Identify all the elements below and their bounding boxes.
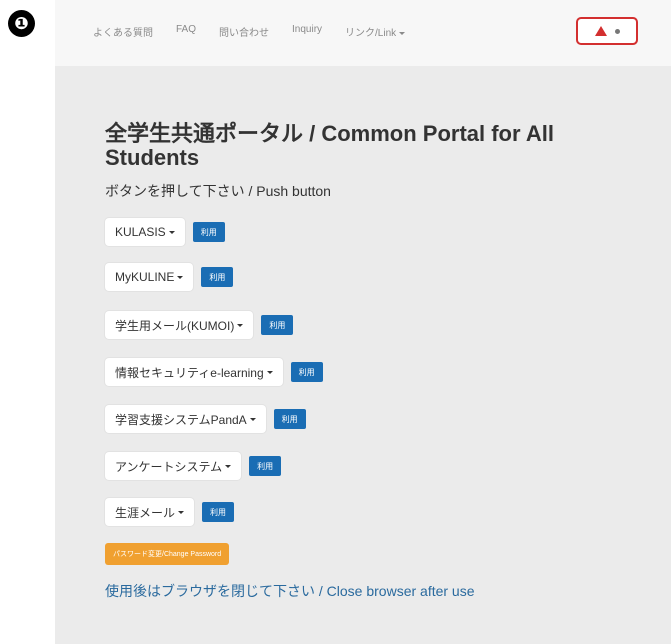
system-row-mykuline: MyKULINE 利用 (105, 263, 234, 291)
system-label: アンケートシステム (115, 459, 223, 474)
portal-panel: 全学生共通ポータル / Common Portal for All Studen… (55, 66, 671, 644)
caret-down-icon (168, 230, 175, 234)
nav-link-inquiry[interactable]: Inquiry (292, 24, 322, 39)
use-button-elearning[interactable]: 利用 (290, 362, 323, 382)
system-dropdown-kulasis[interactable]: KULASIS (105, 218, 185, 246)
system-label: 情報セキュリティe-learning (115, 365, 264, 380)
warning-triangle-icon (594, 26, 607, 36)
use-button-lifelong-mail[interactable]: 利用 (202, 502, 235, 522)
system-dropdown-mykuline[interactable]: MyKULINE (105, 263, 194, 291)
caret-down-icon (266, 370, 273, 374)
nav-link-faq-ja[interactable]: よくある質問 (93, 24, 153, 39)
system-row-kulasis: KULASIS 利用 (105, 218, 225, 246)
use-button-mykuline[interactable]: 利用 (201, 267, 234, 287)
system-label: MyKULINE (115, 270, 175, 284)
system-dropdown-panda[interactable]: 学習支援システムPandA (105, 405, 266, 433)
alert-button[interactable] (576, 17, 638, 45)
caret-down-icon (249, 417, 256, 421)
use-button-kulasis[interactable]: 利用 (192, 222, 225, 242)
system-dropdown-kumoi[interactable]: 学生用メール(KUMOI) (105, 311, 254, 339)
nav-dropdown-label: リンク/Link (345, 28, 397, 39)
page-subtitle: ボタンを押して下さい / Push button (105, 183, 331, 199)
system-label: 学習支援システムPandA (115, 412, 247, 427)
caret-down-icon (178, 510, 185, 514)
page-title: 全学生共通ポータル / Common Portal for All Studen… (105, 121, 554, 170)
system-label: KULASIS (115, 225, 166, 239)
alert-dot-icon (614, 28, 620, 34)
use-button-panda[interactable]: 利用 (273, 409, 306, 429)
system-label: 学生用メール(KUMOI) (115, 318, 235, 333)
system-row-kumoi: 学生用メール(KUMOI) 利用 (105, 311, 294, 339)
system-dropdown-survey[interactable]: アンケートシステム (105, 452, 242, 480)
change-password-button[interactable]: パスワード変更/Change Password (105, 543, 230, 565)
system-label: 生涯メール (115, 505, 176, 520)
nav-dropdown-link[interactable]: リンク/Link (345, 24, 406, 39)
system-row-survey: アンケートシステム 利用 (105, 452, 282, 480)
caret-down-icon (225, 464, 232, 468)
caret-down-icon (177, 275, 184, 279)
nav-link-inquiry-ja[interactable]: 問い合わせ (219, 24, 269, 39)
system-row-lifelong-mail: 生涯メール 利用 (105, 498, 235, 526)
system-row-panda: 学習支援システムPandA 利用 (105, 405, 306, 433)
system-dropdown-elearning[interactable]: 情報セキュリティe-learning (105, 358, 283, 386)
nav-link-faq[interactable]: FAQ (176, 24, 196, 39)
nav-links: よくある質問 FAQ 問い合わせ Inquiry リンク/Link (93, 24, 428, 39)
top-navbar: よくある質問 FAQ 問い合わせ Inquiry リンク/Link (55, 0, 671, 66)
system-row-elearning: 情報セキュリティe-learning 利用 (105, 358, 323, 386)
use-button-survey[interactable]: 利用 (249, 456, 282, 476)
caret-down-icon (237, 323, 244, 327)
use-button-kumoi[interactable]: 利用 (261, 315, 294, 335)
close-browser-message: 使用後はブラウザを閉じて下さい / Close browser after us… (105, 583, 475, 599)
system-dropdown-lifelong-mail[interactable]: 生涯メール (105, 498, 195, 526)
step-number-badge: ❶ (8, 10, 35, 37)
caret-down-icon (399, 31, 406, 35)
